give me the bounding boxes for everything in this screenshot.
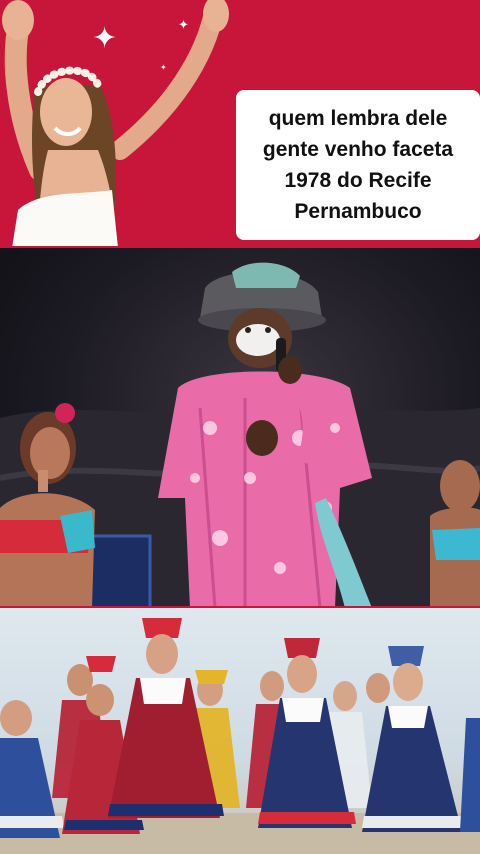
caption-line: 1978 do Recife	[284, 169, 432, 192]
celebrating-woman-image	[2, 0, 229, 248]
folk-dancers-photo	[0, 608, 480, 854]
caption-line: gente venho faceta	[262, 138, 454, 161]
sparkle-icon: ✦	[92, 22, 118, 55]
clown-performer-image	[0, 262, 480, 608]
folk-dancers-image	[0, 618, 480, 854]
performance-photo	[0, 248, 480, 608]
caption-line: quem lembra dele	[268, 107, 448, 130]
top-banner: ✦ ✦ ✦ quem lembra dele gente venho facet…	[0, 0, 480, 248]
sparkle-icon: ✦	[178, 17, 189, 32]
caption-box: quem lembra dele gente venho faceta 1978…	[236, 90, 480, 240]
caption-line: Pernambuco	[294, 200, 422, 223]
sparkle-icon: ✦	[160, 63, 167, 72]
